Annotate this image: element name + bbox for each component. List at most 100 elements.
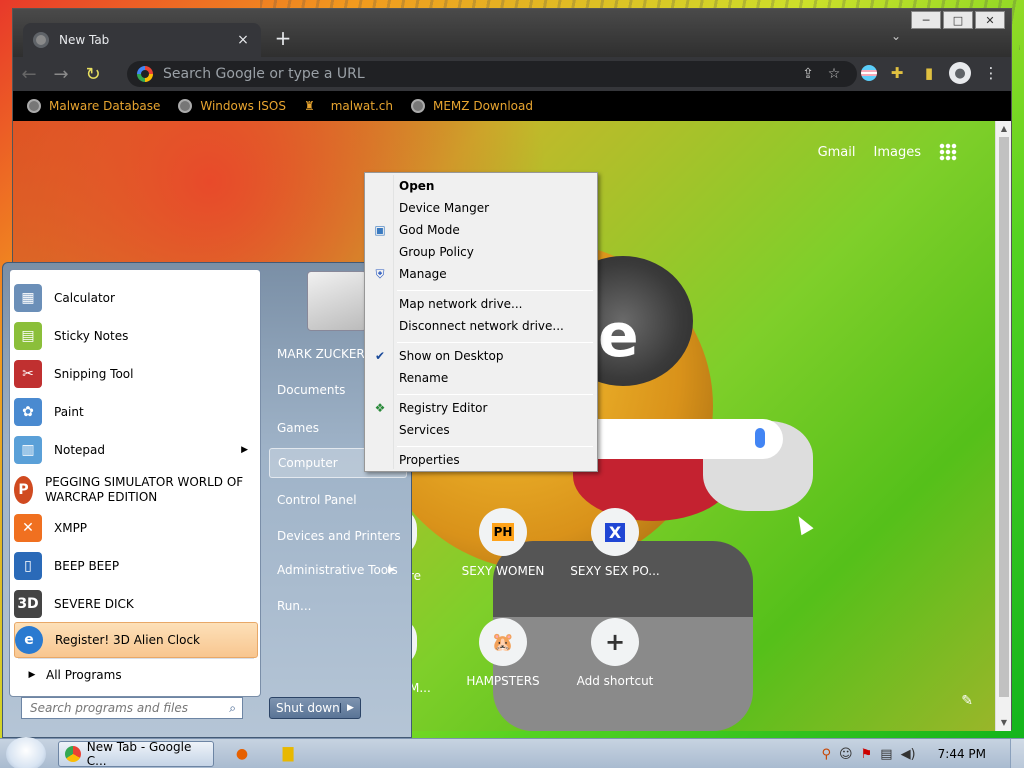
search-tray-icon[interactable]: ⚲ (822, 747, 832, 762)
menu-item-rename[interactable]: Rename (367, 367, 595, 389)
share-icon[interactable]: ⇪ (795, 66, 821, 82)
search-placeholder: Search programs and files (30, 701, 188, 715)
tab-search-icon[interactable]: ⌄ (891, 29, 901, 43)
images-link[interactable]: Images (874, 145, 922, 160)
program-label: Calculator (54, 291, 115, 305)
extension-area: ✚ ▮ ● ⋮ (861, 61, 1003, 85)
shortcut-sexy-sex-po[interactable]: X SEXY SEX PO... (555, 508, 675, 578)
shortcut-hampsters[interactable]: 🐹 HAMPSTERS (443, 618, 563, 688)
omnibox-input[interactable]: Search Google or type a URL (163, 66, 795, 82)
network-icon[interactable]: ▤ (880, 747, 892, 762)
folder-icon[interactable]: ▇ (276, 743, 300, 765)
bookmark-malware-database[interactable]: Malware Database (27, 99, 160, 113)
menu-item-god-mode[interactable]: ▣ God Mode (367, 219, 595, 241)
bookmark-malwatch[interactable]: ♜ malwat.ch (304, 99, 393, 113)
back-arrow-icon[interactable]: ← (13, 64, 45, 85)
shutdown-button[interactable]: Shut down ▶ (269, 697, 361, 719)
program-pegging-simulator[interactable]: P PEGGING SIMULATOR WORLD OF WARCRAP EDI… (14, 470, 258, 510)
shortcut-label: SEXY WOMEN (461, 564, 545, 578)
menu-item-device-manger[interactable]: Device Manger (367, 197, 595, 219)
profile-icon[interactable]: ● (949, 62, 971, 84)
minimize-button[interactable]: ─ (911, 11, 941, 29)
menu-item-disconnect-network-drive[interactable]: Disconnect network drive... (367, 315, 595, 337)
all-programs-button[interactable]: ▶ All Programs (18, 658, 254, 690)
menu-item-label: Registry Editor (399, 401, 488, 415)
star-icon[interactable]: ☆ (821, 66, 847, 82)
program-label: XMPP (54, 521, 88, 535)
kebab-menu-icon[interactable]: ⋮ (979, 61, 1003, 85)
apps-grid-icon[interactable] (939, 143, 957, 161)
taskbar-button-label: New Tab - Google C... (86, 740, 192, 768)
shield-icon: ⛨ (375, 266, 385, 281)
program-snipping-tool[interactable]: ✂ Snipping Tool (14, 356, 258, 392)
search-icon[interactable]: ⌕ (229, 701, 236, 716)
program-paint[interactable]: ✿ Paint (14, 394, 258, 430)
menu-item-services[interactable]: Services (367, 419, 595, 441)
customize-pencil-icon[interactable]: ✎ (961, 693, 973, 709)
menu-item-show-on-desktop[interactable]: ✔ Show on Desktop (367, 345, 595, 367)
action-center-flag-icon[interactable]: ⚑ (861, 747, 873, 762)
search-box[interactable] (597, 419, 783, 459)
menu-separator (397, 290, 593, 291)
side-panel-icon[interactable]: ▮ (917, 61, 941, 85)
volume-icon[interactable]: ◀) (901, 747, 916, 762)
puzzle-icon[interactable]: ✚ (885, 61, 909, 85)
taskbar: New Tab - Google C... ● ▇ ⚲ ☺ ⚑ ▤ ◀) 7:4… (0, 737, 1024, 768)
new-tab-button[interactable]: + (271, 27, 295, 51)
program-register-3d-alien-clock[interactable]: e Register! 3D Alien Clock (14, 622, 258, 658)
user-picture[interactable] (307, 271, 367, 331)
program-notepad[interactable]: ▥ Notepad ▶ (14, 432, 258, 468)
bookmark-label: Malware Database (49, 99, 161, 113)
program-severe-dick[interactable]: 3D SEVERE DICK (14, 586, 258, 622)
flag-extension-icon[interactable] (861, 65, 877, 81)
reload-icon[interactable]: ↻ (77, 64, 109, 85)
forward-arrow-icon[interactable]: → (45, 64, 77, 85)
start-search-input[interactable]: Search programs and files ⌕ (21, 697, 243, 719)
page-scrollbar[interactable]: ▲ ▼ (995, 121, 1011, 731)
program-calculator[interactable]: ▦ Calculator (14, 280, 258, 316)
bookmark-windows-isos[interactable]: Windows ISOS (178, 99, 286, 113)
link-administrative-tools[interactable]: Administrative Tools ▶ (269, 555, 407, 585)
shortcut-sexy-women[interactable]: PH SEXY WOMEN (443, 508, 563, 578)
menu-item-manage[interactable]: ⛨ Manage (367, 263, 595, 285)
monitor-icon: ▣ (374, 223, 386, 237)
clock[interactable]: 7:44 PM (938, 747, 986, 761)
maximize-button[interactable]: □ (943, 11, 973, 29)
gmail-link[interactable]: Gmail (818, 145, 856, 160)
menu-item-open[interactable]: Open (367, 175, 595, 197)
scroll-up-arrow-icon[interactable]: ▲ (996, 121, 1012, 137)
context-menu: Open Device Manger ▣ God Mode Group Poli… (364, 172, 598, 472)
show-desktop-button[interactable] (1010, 739, 1024, 768)
menu-item-label: Manage (399, 267, 447, 281)
scroll-down-arrow-icon[interactable]: ▼ (996, 715, 1012, 731)
shutdown-options-arrow-icon[interactable]: ▶ (340, 703, 360, 713)
close-window-button[interactable]: ✕ (975, 11, 1005, 29)
firefox-icon[interactable]: ● (230, 743, 254, 765)
submenu-arrow-icon: ▶ (241, 445, 248, 455)
program-beep-beep[interactable]: ▯ BEEP BEEP (14, 548, 258, 584)
close-icon[interactable]: × (235, 32, 251, 48)
start-orb-button[interactable] (6, 737, 46, 768)
scrollbar-thumb[interactable] (999, 137, 1009, 697)
plus-icon: + (591, 618, 639, 666)
link-run[interactable]: Run... (269, 591, 407, 621)
hamster-icon: 🐹 (479, 618, 527, 666)
smiley-tray-icon[interactable]: ☺ (839, 747, 853, 762)
omnibox[interactable]: Search Google or type a URL ⇪ ☆ (127, 61, 857, 87)
all-programs-label: All Programs (46, 667, 122, 682)
microphone-icon[interactable] (755, 428, 765, 448)
program-sticky-notes[interactable]: ▤ Sticky Notes (14, 318, 258, 354)
taskbar-chrome-button[interactable]: New Tab - Google C... (58, 740, 214, 768)
menu-item-registry-editor[interactable]: ❖ Registry Editor (367, 397, 595, 419)
link-devices-printers[interactable]: Devices and Printers (269, 521, 407, 551)
menu-item-properties[interactable]: Properties (367, 449, 595, 471)
tab-new-tab[interactable]: New Tab × (23, 23, 261, 57)
menu-item-group-policy[interactable]: Group Policy (367, 241, 595, 263)
bookmark-memz-download[interactable]: MEMZ Download (411, 99, 533, 113)
program-xmpp[interactable]: ✕ XMPP (14, 510, 258, 546)
link-control-panel[interactable]: Control Panel (269, 485, 407, 515)
add-shortcut-button[interactable]: + Add shortcut (555, 618, 675, 688)
globe-icon (178, 99, 193, 113)
google-logo-fragment: e (598, 301, 639, 371)
menu-item-map-network-drive[interactable]: Map network drive... (367, 293, 595, 315)
